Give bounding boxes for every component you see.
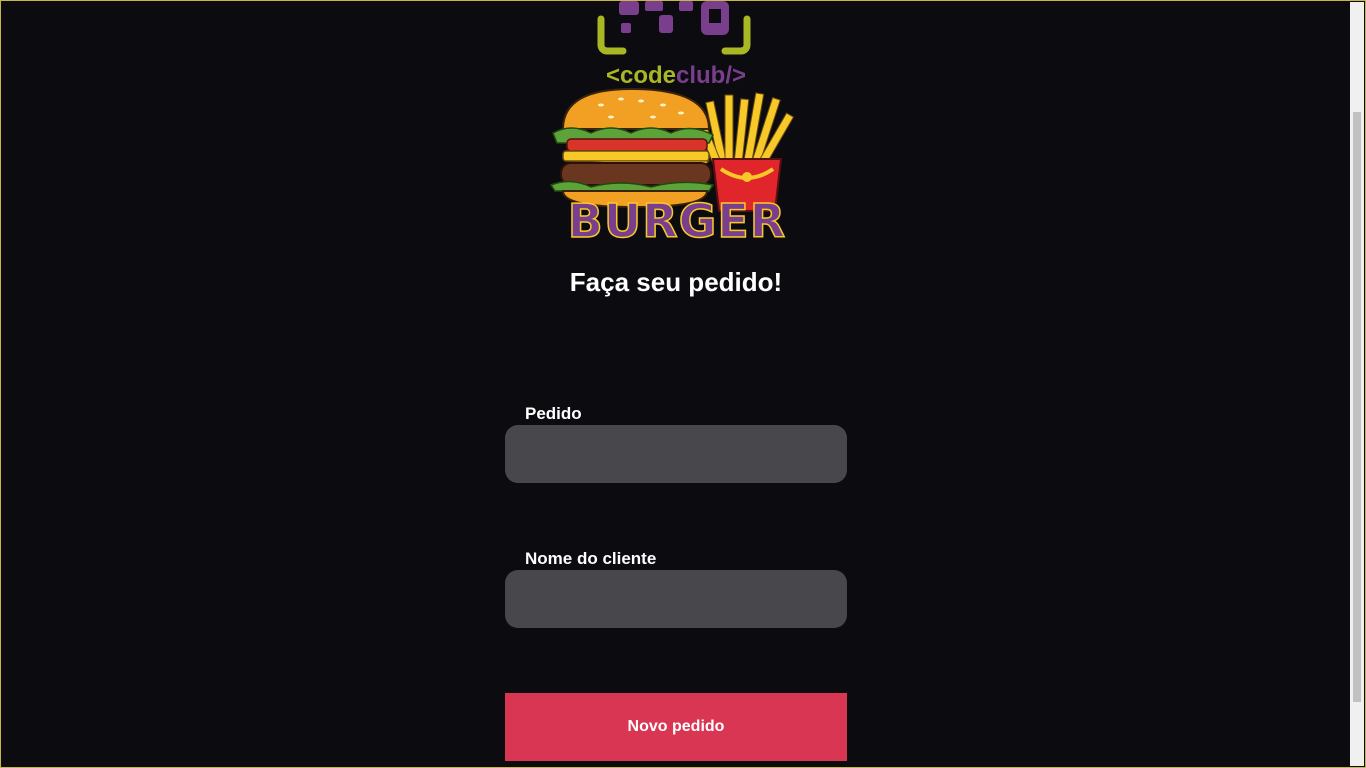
brand-text: <codeclub/> — [606, 62, 746, 89]
scrollbar-thumb[interactable] — [1353, 112, 1361, 702]
order-label: Pedido — [525, 404, 582, 423]
vertical-scrollbar[interactable] — [1350, 2, 1364, 766]
burger-icon — [549, 87, 715, 209]
burger-wordmark: BURGER — [568, 194, 786, 246]
page-title: Faça seu pedido! — [569, 267, 783, 297]
codeclub-burger-logo: <codeclub/> BURGER — [549, 1, 795, 246]
customer-name-label: Nome do cliente — [525, 549, 657, 568]
order-input[interactable] — [505, 425, 847, 483]
qr-mark-icon — [619, 1, 729, 35]
customer-name-input[interactable] — [505, 570, 847, 628]
app-window: <codeclub/> BURGER Faça seu pedido! Pedi… — [0, 0, 1366, 768]
new-order-button[interactable]: Novo pedido — [505, 693, 847, 761]
